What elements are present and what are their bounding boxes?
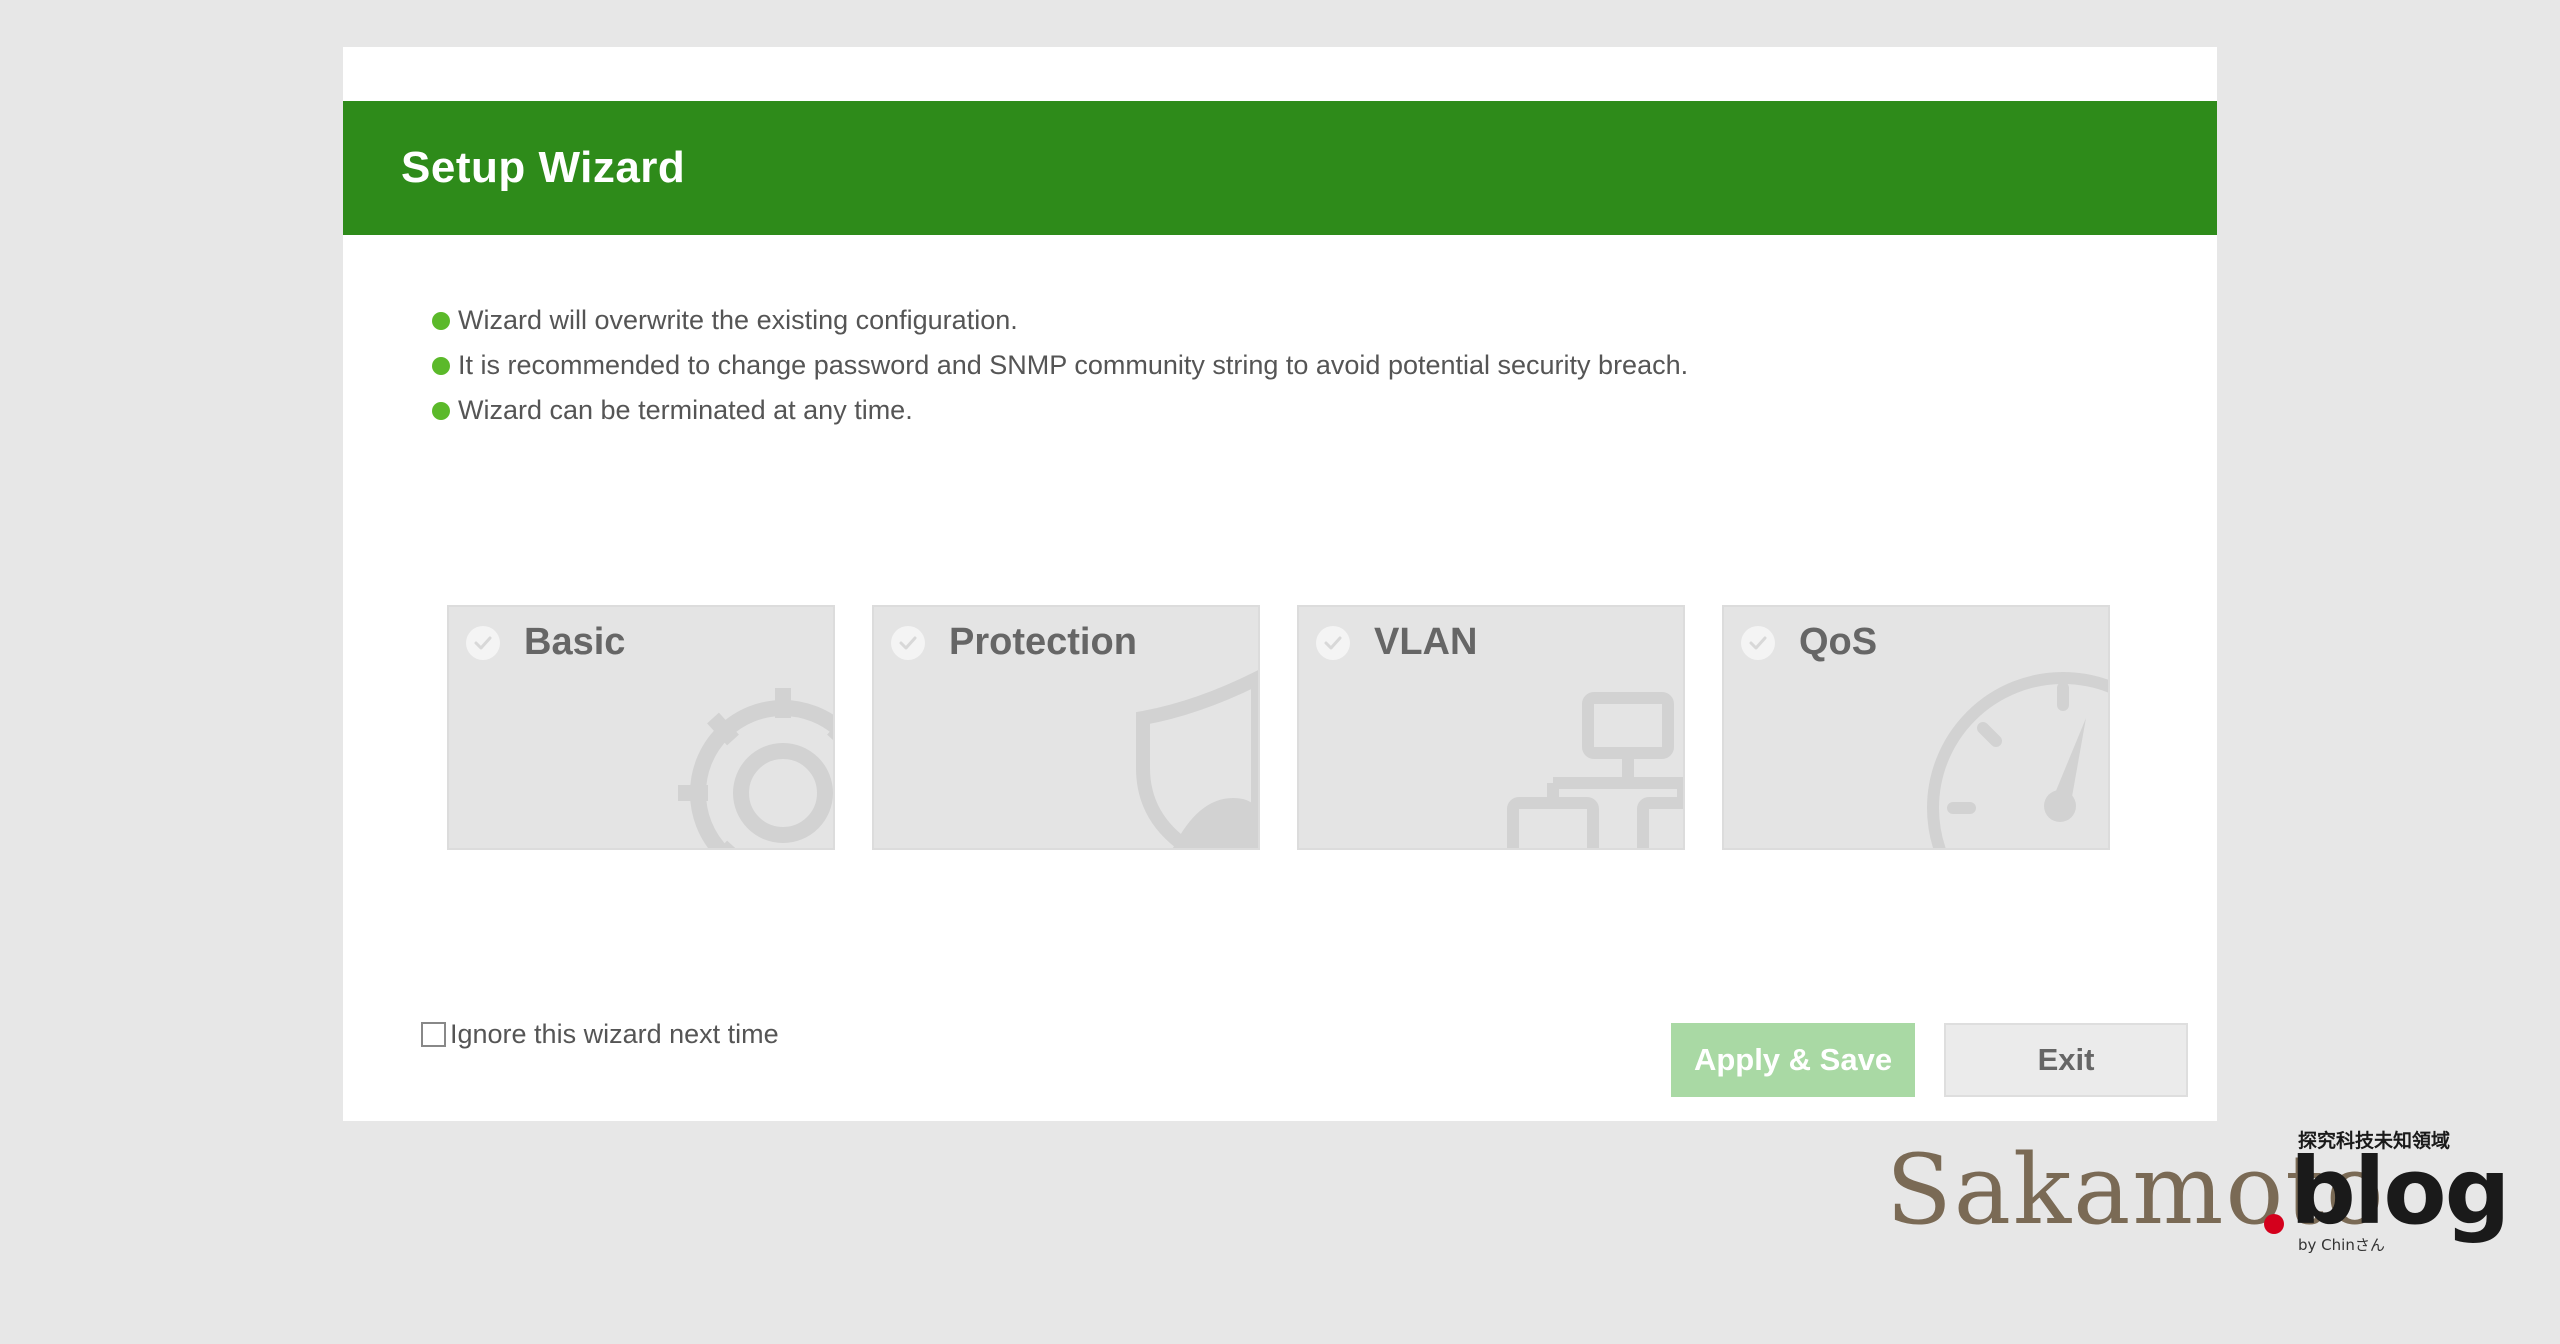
check-circle-icon	[1316, 626, 1350, 660]
card-basic[interactable]: Basic	[447, 605, 835, 850]
watermark-blog-text: blog	[2290, 1138, 2510, 1245]
ignore-wizard-option[interactable]: Ignore this wizard next time	[421, 1019, 779, 1050]
check-circle-icon	[466, 626, 500, 660]
bullet-icon	[432, 401, 450, 420]
wizard-notes: Wizard will overwrite the existing confi…	[432, 298, 1688, 433]
dialog-header: Setup Wizard	[343, 101, 2217, 235]
note-item: It is recommended to change password and…	[432, 343, 1688, 388]
wizard-step-cards: Basic Protection VLAN QoS	[447, 605, 2110, 850]
check-circle-icon	[891, 626, 925, 660]
note-item: Wizard will overwrite the existing confi…	[432, 298, 1688, 343]
bullet-icon	[432, 311, 450, 330]
shield-icon	[1136, 670, 1258, 848]
network-topology-icon	[1507, 692, 1683, 848]
note-text: Wizard will overwrite the existing confi…	[458, 305, 1018, 335]
apply-save-button[interactable]: Apply & Save	[1671, 1023, 1915, 1097]
card-label: QoS	[1799, 621, 1878, 663]
ignore-wizard-label: Ignore this wizard next time	[450, 1019, 779, 1049]
gear-icon	[678, 688, 833, 848]
card-label: Basic	[524, 621, 626, 663]
check-circle-icon	[1741, 626, 1775, 660]
speedometer-icon	[1927, 672, 2108, 848]
card-protection[interactable]: Protection	[872, 605, 1260, 850]
setup-wizard-dialog: Setup Wizard Wizard will overwrite the e…	[343, 47, 2217, 1121]
card-label: VLAN	[1374, 621, 1478, 663]
site-watermark-logo: Sakamoto 探究科技未知領域 blog by Chinさん	[1886, 1128, 2510, 1258]
ignore-wizard-checkbox[interactable]	[421, 1022, 446, 1047]
dialog-title: Setup Wizard	[401, 143, 686, 192]
note-item: Wizard can be terminated at any time.	[432, 388, 1688, 433]
card-vlan[interactable]: VLAN	[1297, 605, 1685, 850]
watermark-byline: by Chinさん	[2298, 1236, 2385, 1254]
exit-button[interactable]: Exit	[1944, 1023, 2188, 1097]
note-text: It is recommended to change password and…	[458, 350, 1689, 380]
note-text: Wizard can be terminated at any time.	[458, 395, 913, 425]
card-qos[interactable]: QoS	[1722, 605, 2110, 850]
bullet-icon	[432, 356, 450, 375]
watermark-dot-icon	[2264, 1214, 2284, 1234]
